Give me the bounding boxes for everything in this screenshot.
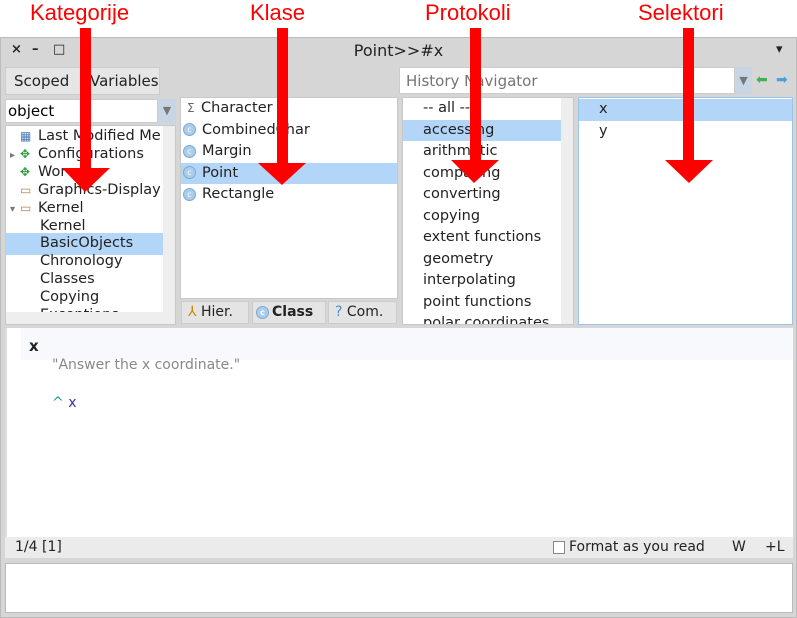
tab-comment[interactable]: ? Com. [328, 301, 397, 324]
code-caret: ^ [52, 395, 64, 411]
list-item[interactable]: extent functions [403, 227, 573, 249]
annotation-protokoli: Protokoli [425, 0, 511, 25]
wrap-toggle[interactable]: W [732, 537, 746, 558]
list-item-label: polar coordinates [423, 315, 550, 325]
code-selector: x [29, 337, 39, 355]
annotation-klase: Klase [250, 0, 306, 25]
annotation-kategorije: Kategorije [30, 0, 130, 25]
list-item-label: copying [423, 207, 481, 224]
list-item-label: interpolating [423, 272, 516, 288]
list-item-label: Classes [40, 271, 95, 288]
arrow-klase [258, 163, 306, 185]
list-item-label: Copying [40, 289, 100, 306]
arrow-protokoli [451, 160, 499, 183]
arrow-selektori [665, 160, 713, 183]
list-item[interactable]: point functions [403, 292, 573, 314]
hierarchy-icon: ⅄ [188, 304, 202, 320]
status-bar: 1/4 [1] Format as you read W +L [5, 537, 793, 558]
class-icon: c [256, 305, 269, 319]
list-item[interactable]: copying [403, 206, 573, 228]
list-item-label: Kernel [38, 199, 84, 216]
list-item-label: Kernel [40, 217, 86, 234]
bottom-input[interactable] [5, 563, 793, 613]
list-item-label: extent functions [423, 229, 542, 245]
format-checkbox[interactable] [553, 541, 565, 554]
code-editor[interactable]: x "Answer the x coordinate." ^ x [5, 328, 793, 537]
arrow-kategorije [62, 168, 110, 192]
format-label: Format as you read [569, 539, 705, 555]
help-icon: ? [335, 304, 347, 320]
code-return-var: x [68, 395, 77, 411]
annotation-selektori: Selektori [638, 0, 724, 25]
list-item-label: BasicObjects [40, 235, 134, 252]
list-item-label: geometry [423, 250, 494, 267]
line-ending-toggle[interactable]: +L [765, 537, 785, 558]
list-item[interactable]: geometry [403, 249, 573, 271]
list-item[interactable]: interpolating [403, 270, 573, 292]
cursor-position: 1/4 [1] [15, 539, 62, 555]
list-item[interactable]: polar coordinates [403, 313, 573, 325]
code-comment: "Answer the x coordinate." [52, 357, 241, 373]
annotation-arrows [62, 28, 713, 192]
categories-hscrollbar[interactable] [6, 312, 175, 324]
list-item-label: point functions [423, 293, 532, 310]
list-item-label: Chronology [40, 253, 123, 270]
tab-class[interactable]: c Class [252, 301, 326, 324]
tab-hierarchy[interactable]: ⅄ Hier. [181, 301, 249, 324]
